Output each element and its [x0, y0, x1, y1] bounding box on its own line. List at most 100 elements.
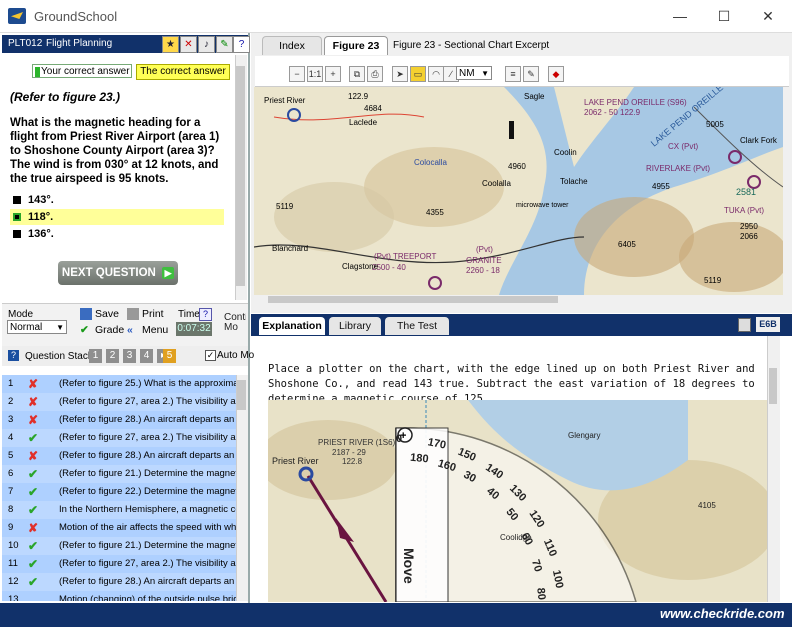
maximize-button[interactable]: ☐: [702, 4, 746, 28]
question-header: PLT012 Flight Planning ★ ✕ ♪ ✎ ?: [2, 35, 250, 53]
plot-label: Priest River: [272, 456, 319, 466]
auto-mode-checkbox[interactable]: ✓: [205, 350, 216, 361]
copy-icon[interactable]: ⧉: [349, 66, 365, 82]
next-question-button[interactable]: NEXT QUESTION ▶: [58, 261, 178, 285]
tab-explanation[interactable]: Explanation: [259, 317, 325, 335]
answer-option-a[interactable]: 143°.: [10, 192, 224, 208]
help-icon[interactable]: ?: [233, 36, 250, 53]
notes-icon[interactable]: ✎: [216, 36, 233, 53]
question-list-row[interactable]: 3 ✘ (Refer to figure 28.) An aircraft depa…: [2, 411, 236, 429]
units-select[interactable]: NM ▼: [456, 66, 492, 80]
save-button[interactable]: Save: [80, 308, 119, 321]
question-scroll-thumb[interactable]: [236, 66, 245, 286]
row-number: 3: [8, 414, 14, 425]
menu-button[interactable]: « Menu: [127, 324, 168, 336]
question-list-row[interactable]: 11 ✔ (Refer to figure 27, area 2.) The vis…: [2, 555, 236, 573]
protractor-tick-label: 180: [410, 452, 429, 466]
question-list-row[interactable]: 13 Motion (changing) of the outside pulse…: [2, 591, 236, 601]
brand-link[interactable]: www.checkride.com: [660, 606, 785, 621]
row-question-text: (Refer to figure 27, area 2.) The visibi…: [59, 558, 236, 569]
chart-label: (Pvt) TREEPORT: [374, 252, 436, 261]
speaker-icon[interactable]: ♪: [198, 36, 215, 53]
question-list-row[interactable]: 4 ✔ (Refer to figure 27, area 2.) The visi…: [2, 429, 236, 447]
plot-label: PRIEST RIVER (1S6): [318, 438, 396, 447]
chart-label: 5119: [704, 276, 722, 285]
close-button[interactable]: ✕: [746, 4, 790, 28]
check-icon: ✔: [28, 485, 39, 499]
chart-vertical-scrollbar[interactable]: [783, 87, 791, 295]
question-list-row[interactable]: 6 ✔ (Refer to figure 21.) Determine the ma…: [2, 465, 236, 483]
question-list-row[interactable]: 12 ✔ (Refer to figure 28.) An aircraft dep…: [2, 573, 236, 591]
stack-button-5[interactable]: 5: [163, 349, 176, 363]
chart-label: Clagstone: [342, 262, 379, 271]
plot-label: 122.8: [342, 457, 363, 466]
app-icon: [8, 8, 26, 24]
answer-option-b[interactable]: 118°.: [10, 209, 224, 225]
sectional-chart[interactable]: Priest River Laclede Sagle LAKE PEND ORE…: [254, 87, 783, 295]
calculator-icon[interactable]: [738, 318, 751, 332]
print-button[interactable]: Print: [127, 308, 164, 321]
next-question-label: NEXT QUESTION: [61, 267, 156, 279]
chart-label: 2581: [736, 187, 756, 197]
stack-button-1[interactable]: 1: [89, 349, 102, 363]
question-text: What is the magnetic heading for a fligh…: [10, 117, 220, 185]
plot-label: Glengary: [568, 431, 600, 440]
zoom-out-icon[interactable]: −: [289, 66, 305, 82]
stack-button-3[interactable]: 3: [123, 349, 136, 363]
zoom-100-icon[interactable]: 1:1: [307, 66, 323, 82]
row-question-text: (Refer to figure 25.) What is the approx…: [59, 378, 236, 389]
row-number: 11: [8, 558, 18, 569]
legend-your-correct: Your correct answer: [32, 64, 132, 78]
cross-icon: ✘: [28, 449, 39, 463]
zoom-in-icon[interactable]: +: [325, 66, 341, 82]
pen-icon[interactable]: ✎: [523, 66, 539, 82]
chart-label: 4960: [508, 162, 526, 171]
chart-label: CX (Pvt): [668, 142, 699, 151]
question-list-row[interactable]: 7 ✔ (Refer to figure 22.) Determine the ma…: [2, 483, 236, 501]
chart-label: Colocalla: [414, 158, 447, 167]
question-list-row[interactable]: 1 ✘ (Refer to figure 25.) What is the appr…: [2, 375, 236, 393]
stack-button-2[interactable]: 2: [106, 349, 119, 363]
question-list: 1 ✘ (Refer to figure 25.) What is the appr…: [2, 375, 236, 601]
chart-label: 2260 - 18: [466, 266, 500, 275]
star-icon[interactable]: ★: [162, 36, 179, 53]
flag-icon[interactable]: ✕: [180, 36, 197, 53]
question-list-row[interactable]: 10 ✔ (Refer to figure 21.) Determine the m…: [2, 537, 236, 555]
time-help-icon[interactable]: ?: [199, 308, 212, 321]
mode-select[interactable]: Normal ▼: [7, 320, 67, 334]
save-label: Save: [95, 308, 119, 320]
pointer-icon[interactable]: ➤: [392, 66, 408, 82]
question-reference: (Refer to figure 23.): [10, 90, 121, 104]
question-list-row[interactable]: 9 ✘ Motion of the air affects the speed wi…: [2, 519, 236, 537]
printer-icon[interactable]: ⎙: [367, 66, 383, 82]
tab-figure-23[interactable]: Figure 23: [324, 36, 388, 55]
chart-horizontal-thumb[interactable]: [268, 296, 558, 303]
stack-button-4[interactable]: 4: [140, 349, 153, 363]
question-list-row[interactable]: 2 ✘ (Refer to figure 27, area 2.) The visi…: [2, 393, 236, 411]
auto-mode-label: Auto Mo: [217, 350, 255, 361]
line-weight-icon[interactable]: ≡: [505, 66, 521, 82]
tab-the-test[interactable]: The Test: [385, 317, 449, 335]
stack-help-icon[interactable]: ?: [8, 350, 19, 361]
minimize-button[interactable]: —: [658, 4, 702, 28]
explanation-scroll-thumb[interactable]: [769, 368, 777, 404]
protractor-tick-label: 80: [534, 587, 547, 600]
chart-label: (Pvt): [476, 245, 493, 254]
row-question-text: Motion of the air affects the speed with…: [59, 522, 236, 533]
question-list-row[interactable]: 8 ✔ In the Northern Hemisphere, a magnetic…: [2, 501, 236, 519]
eraser-icon[interactable]: ◆: [548, 66, 564, 82]
answer-option-c[interactable]: 136°.: [10, 226, 224, 242]
tab-index[interactable]: Index: [262, 36, 322, 55]
check-icon: ✔: [28, 575, 39, 589]
ruler-icon[interactable]: ▭: [410, 66, 426, 82]
chart-label: 2066: [740, 232, 758, 241]
grade-button[interactable]: ✔ Grade: [80, 324, 124, 336]
question-list-row[interactable]: 5 ✘ (Refer to figure 28.) An aircraft depa…: [2, 447, 236, 465]
question-list-scroll-thumb[interactable]: [237, 380, 246, 410]
e6b-button[interactable]: E6B: [756, 317, 780, 332]
check-icon: ✔: [28, 431, 39, 445]
row-question-text: Motion (changing) of the outside pulse b…: [59, 594, 236, 601]
figure-title: Figure 23 - Sectional Chart Excerpt: [393, 40, 550, 51]
protractor-icon[interactable]: ◠: [428, 66, 444, 82]
tab-library[interactable]: Library: [329, 317, 381, 335]
